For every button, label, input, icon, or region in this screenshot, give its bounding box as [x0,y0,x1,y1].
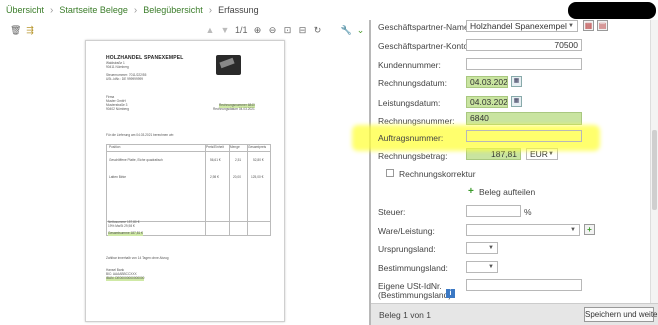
footer-bar: Beleg 1 von 1 Speichern und weiter [371,303,658,325]
tax-input[interactable] [466,205,521,217]
vat-id-input[interactable] [466,279,582,291]
wrench-icon[interactable]: 🔧 [341,25,352,35]
row-total: 125,00 € [251,175,264,179]
partner-name-value: Holzhandel Spanexempel [470,21,567,31]
recipient-line: 90402 Nürnberg [106,107,130,111]
breadcrumb-capture: Erfassung [218,5,259,15]
origin-select[interactable]: ▼ [466,242,498,254]
row-price: 56,61 € [210,158,221,162]
split-document-link[interactable]: Beleg aufteilen [479,187,535,197]
fit-page-icon[interactable]: ⊡ [283,25,293,35]
caret-down-icon: ▼ [568,23,574,29]
caret-down-icon: ▼ [570,227,576,233]
viewer-toolbar-right: ▲ ▼ 1/1 ⊕ ⊖ ⊡ ⊟ ↻ 🔧 ⌄ [205,22,366,38]
app-root: Übersicht › Startseite Belege › Belegübe… [0,0,658,325]
invoice-number-input[interactable]: 6840 [466,112,582,125]
chevron-right-icon: › [208,4,213,16]
chevron-right-icon: › [50,4,54,16]
form-scrollbar[interactable] [650,20,658,303]
redacted-area [568,2,656,19]
payment-line: Zahlbar innerhalb von 14 Tagen ohne Abzu… [106,256,169,260]
invoice-date-input[interactable]: 04.03.2021 [466,76,508,88]
partner-account-input[interactable]: 70500 [466,39,582,51]
customer-number-label: Kundennummer: [378,60,441,70]
row-qty: 2,51 [235,158,242,162]
grand-total-line: Gesamtsumme 187,81 € [108,231,143,236]
trash-icon[interactable]: 🗑 [10,25,21,35]
partner-account-label: Geschäftspartner-Konto: [378,41,471,51]
save-and-next-button[interactable]: Speichern und weiter [584,307,658,322]
total-line: 19% MwSt 29,98 € [108,224,135,228]
tax-label: Steuer: [378,207,406,217]
delivery-date-label: Leistungsdatum: [378,98,441,108]
sender-line: 90411 Nürnberg [106,65,129,69]
breadcrumb-overview[interactable]: Übersicht [6,5,44,15]
row-qty: 20,00 [233,175,241,179]
goods-select[interactable]: ▼ [466,224,580,236]
zoom-out-icon[interactable]: ⊖ [268,25,278,35]
add-goods-icon[interactable]: + [584,224,595,235]
invoice-preview: HOLZHANDEL SPANEXEMPEL Waldstraße 1 9041… [85,40,285,322]
page-indicator: 1/1 [235,25,248,35]
partner-name-select[interactable]: Holzhandel Spanexempel ▼ [466,20,578,32]
order-number-input[interactable] [466,130,582,142]
partner-detail-icon[interactable]: ▤ [597,20,608,31]
fit-width-icon[interactable]: ⊟ [298,25,308,35]
row-price: 2,98 € [210,175,219,179]
breadcrumb-start[interactable]: Startseite Belege [59,5,128,15]
table-header: Position [109,145,121,149]
calendar-icon[interactable]: ▦ [511,96,522,107]
order-number-label: Auftragsnummer: [378,133,444,143]
breadcrumb: Übersicht › Startseite Belege › Belegübe… [0,0,370,20]
rotate-icon[interactable]: ↻ [313,25,323,35]
document-counter: Beleg 1 von 1 [379,310,431,320]
split-document-icon[interactable]: ⇶ [25,25,35,35]
invoice-date-label: Rechnungsdatum: [378,78,447,88]
tax-unit: % [524,207,532,217]
table-header: Menge [230,145,240,149]
tax-line: USt.-IdNr.: DE 999999999 [106,77,144,81]
vat-id-label-2: (Bestimmungsland): [378,290,454,300]
origin-label: Ursprungsland: [378,244,436,254]
caret-down-icon: ▼ [488,264,494,270]
info-icon[interactable]: i [446,289,455,298]
destination-label: Bestimmungsland: [378,263,448,273]
chevron-right-icon: › [133,4,138,16]
partner-name-label: Geschäftspartner-Name: [378,22,472,32]
document-viewer: HOLZHANDEL SPANEXEMPEL Waldstraße 1 9041… [0,40,360,325]
row-description: Geschliffene Platte, Eiche quadratisch [109,158,163,162]
bank-line: IBAN: DE00000000000000 [106,276,145,281]
goods-label: Ware/Leistung: [378,226,435,236]
delivery-line: Für die Lieferung am 04.03.2021 berechne… [106,133,175,137]
destination-select[interactable]: ▼ [466,261,498,273]
invoice-amount-label: Rechnungsbetrag: [378,151,448,161]
row-total: 52,80 € [253,158,264,162]
invoice-date-line: Rechnungsdatum 04.03.2021 [213,107,255,111]
scrollbar-thumb[interactable] [652,130,657,210]
correction-checkbox[interactable] [386,169,394,177]
customer-number-input[interactable] [466,58,582,70]
caret-down-icon: ▼ [488,245,494,251]
viewer-toolbar-left: 🗑 ⇶ [10,22,35,38]
page-down-icon[interactable]: ▼ [220,25,230,35]
logo-image [216,55,241,75]
table-header: Gesamtpreis [248,145,267,149]
capture-form: Geschäftspartner-Name: Holzhandel Spanex… [371,20,658,325]
delivery-date-input[interactable]: 04.03.2021 [466,96,508,108]
table-header: Preis/Einheit [206,145,224,149]
breadcrumb-documents[interactable]: Belegübersicht [143,5,203,15]
page-up-icon[interactable]: ▲ [205,25,215,35]
plus-icon[interactable]: + [468,186,474,197]
correction-label: Rechnungskorrektur [399,169,476,179]
row-description: Latten Birke [109,175,127,179]
zoom-in-icon[interactable]: ⊕ [253,25,263,35]
calendar-icon[interactable]: ▦ [511,76,522,87]
chevron-down-icon[interactable]: ⌄ [356,25,366,35]
address-book-icon[interactable]: ▦ [583,20,594,31]
